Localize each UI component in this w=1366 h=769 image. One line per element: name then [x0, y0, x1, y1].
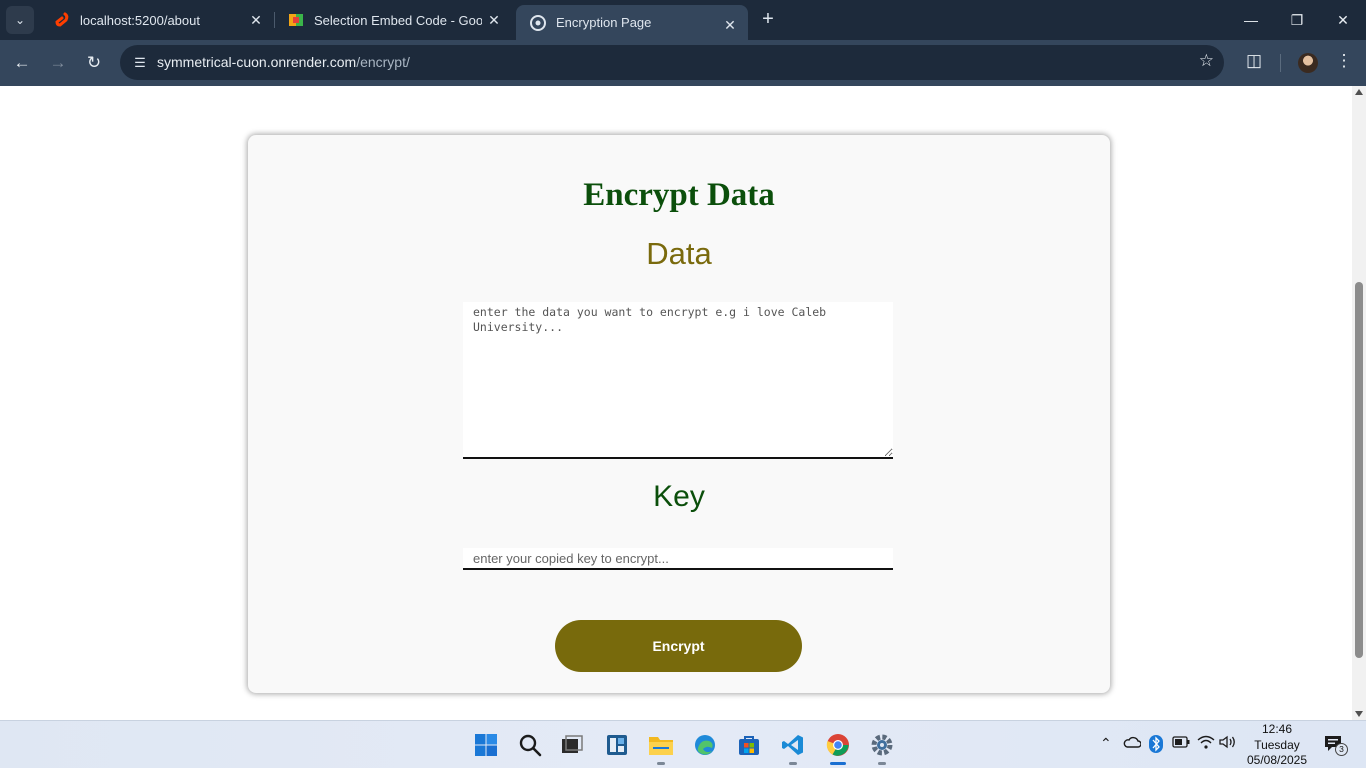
profile-avatar[interactable]: [1298, 53, 1318, 73]
vscode-icon: [782, 735, 803, 755]
running-indicator: [789, 762, 797, 765]
tab-search-button[interactable]: ⌄: [6, 6, 34, 34]
taskbar-search-button[interactable]: [514, 729, 546, 761]
reload-button[interactable]: ↻: [80, 49, 108, 77]
clock-date: 05/08/2025: [1246, 753, 1308, 767]
encrypt-card: Encrypt Data Data Key Encrypt: [248, 135, 1110, 693]
chrome-icon: [530, 14, 546, 31]
close-window-button[interactable]: ✕: [1320, 0, 1366, 40]
url-path: /encrypt/: [356, 54, 410, 70]
address-bar[interactable]: ☰ symmetrical-cuon.onrender.com/encrypt/…: [120, 45, 1224, 80]
new-tab-button[interactable]: +: [756, 8, 780, 32]
start-button[interactable]: [470, 729, 502, 761]
restore-button[interactable]: ❐: [1274, 0, 1320, 40]
bluetooth-icon[interactable]: [1149, 735, 1163, 756]
data-label: Data: [646, 236, 712, 271]
tab-bar: ⌄ localhost:5200/about ✕ Selection Embed…: [0, 0, 1366, 40]
plus-icon: +: [762, 8, 774, 30]
onedrive-cloud-icon[interactable]: [1123, 735, 1142, 752]
folder-icon: [649, 737, 673, 755]
key-label: Key: [653, 480, 705, 513]
widgets-button[interactable]: [601, 729, 633, 761]
back-button[interactable]: ←: [8, 49, 36, 77]
file-explorer-button[interactable]: [645, 729, 677, 765]
store-button[interactable]: [733, 729, 765, 761]
minimize-button[interactable]: —: [1228, 0, 1274, 40]
running-indicator: [878, 762, 886, 765]
page-title: Encrypt Data: [583, 177, 775, 213]
system-clock[interactable]: 12:46 Tuesday 05/08/2025: [1238, 722, 1316, 769]
url-text[interactable]: symmetrical-cuon.onrender.com/encrypt/: [157, 54, 410, 70]
svelte-icon: [55, 12, 69, 27]
toolbar-separator: [1280, 54, 1281, 72]
more-menu-icon[interactable]: ⋮: [1334, 51, 1354, 75]
chevron-down-icon: ⌄: [14, 13, 26, 27]
encrypt-button[interactable]: Encrypt: [555, 620, 802, 672]
search-icon: [519, 734, 542, 757]
scroll-up-arrow-icon[interactable]: [1355, 89, 1363, 95]
clock-day: Tuesday: [1254, 737, 1300, 752]
tab-selection-embed[interactable]: Selection Embed Code - Google ✕: [274, 0, 512, 40]
tab-title: Selection Embed Code - Google: [314, 12, 482, 28]
gear-icon: [871, 734, 893, 756]
task-view-icon: [562, 735, 583, 753]
extensions-puzzle-icon[interactable]: ◫: [1242, 51, 1266, 75]
task-view-button[interactable]: [556, 729, 588, 761]
vscode-button[interactable]: [777, 729, 809, 765]
notification-center-button[interactable]: 3: [1324, 735, 1348, 756]
arrow-right-icon: →: [49, 53, 67, 72]
edge-icon: [695, 735, 715, 755]
windows-logo-icon: [475, 734, 497, 756]
data-textarea[interactable]: [463, 302, 893, 459]
windows-taskbar: ⌃ 12:46 Tuesday 05/08/2025 3: [0, 720, 1366, 768]
scrollbar-thumb[interactable]: [1355, 282, 1363, 658]
chrome-taskbar-button[interactable]: [822, 729, 854, 765]
settings-button[interactable]: [866, 729, 898, 765]
battery-icon[interactable]: [1172, 735, 1190, 751]
tab-encryption-page[interactable]: Encryption Page ✕: [516, 5, 748, 40]
close-tab-icon[interactable]: ✕: [248, 12, 264, 28]
close-tab-icon[interactable]: ✕: [486, 12, 502, 28]
store-icon: [739, 736, 759, 755]
yb-icon: [289, 14, 303, 26]
key-input[interactable]: [463, 548, 893, 570]
forward-button[interactable]: →: [44, 49, 72, 77]
volume-icon[interactable]: [1219, 735, 1237, 752]
close-tab-icon[interactable]: ✕: [722, 17, 738, 33]
tune-icon: ☰: [134, 55, 146, 70]
widgets-icon: [607, 735, 627, 755]
page-viewport: Encrypt Data Data Key Encrypt: [0, 86, 1352, 720]
clock-time: 12:46: [1261, 722, 1293, 736]
tab-localhost[interactable]: localhost:5200/about ✕: [40, 0, 274, 40]
notification-count-badge: 3: [1335, 743, 1348, 756]
minimize-icon: —: [1244, 12, 1258, 28]
running-indicator: [830, 762, 846, 765]
arrow-left-icon: ←: [13, 53, 31, 72]
tab-title: Encryption Page: [556, 15, 652, 30]
browser-toolbar: ← → ↻ ☰ symmetrical-cuon.onrender.com/en…: [0, 40, 1366, 86]
edge-button[interactable]: [689, 729, 721, 761]
tab-title: localhost:5200/about: [80, 12, 200, 28]
site-info-button[interactable]: ☰: [126, 49, 154, 77]
page-scrollbar[interactable]: [1352, 86, 1366, 720]
close-icon: ✕: [1337, 11, 1349, 28]
running-indicator: [657, 762, 665, 765]
url-host: symmetrical-cuon.onrender.com: [157, 54, 357, 70]
chrome-icon: [826, 734, 849, 756]
restore-icon: ❐: [1290, 11, 1304, 28]
reload-icon: ↻: [86, 53, 102, 72]
show-hidden-icons-chevron-icon[interactable]: ⌃: [1100, 735, 1112, 752]
wifi-icon[interactable]: [1197, 735, 1215, 752]
scroll-down-arrow-icon[interactable]: [1355, 711, 1363, 717]
bookmark-star-icon[interactable]: ☆: [1199, 51, 1214, 71]
